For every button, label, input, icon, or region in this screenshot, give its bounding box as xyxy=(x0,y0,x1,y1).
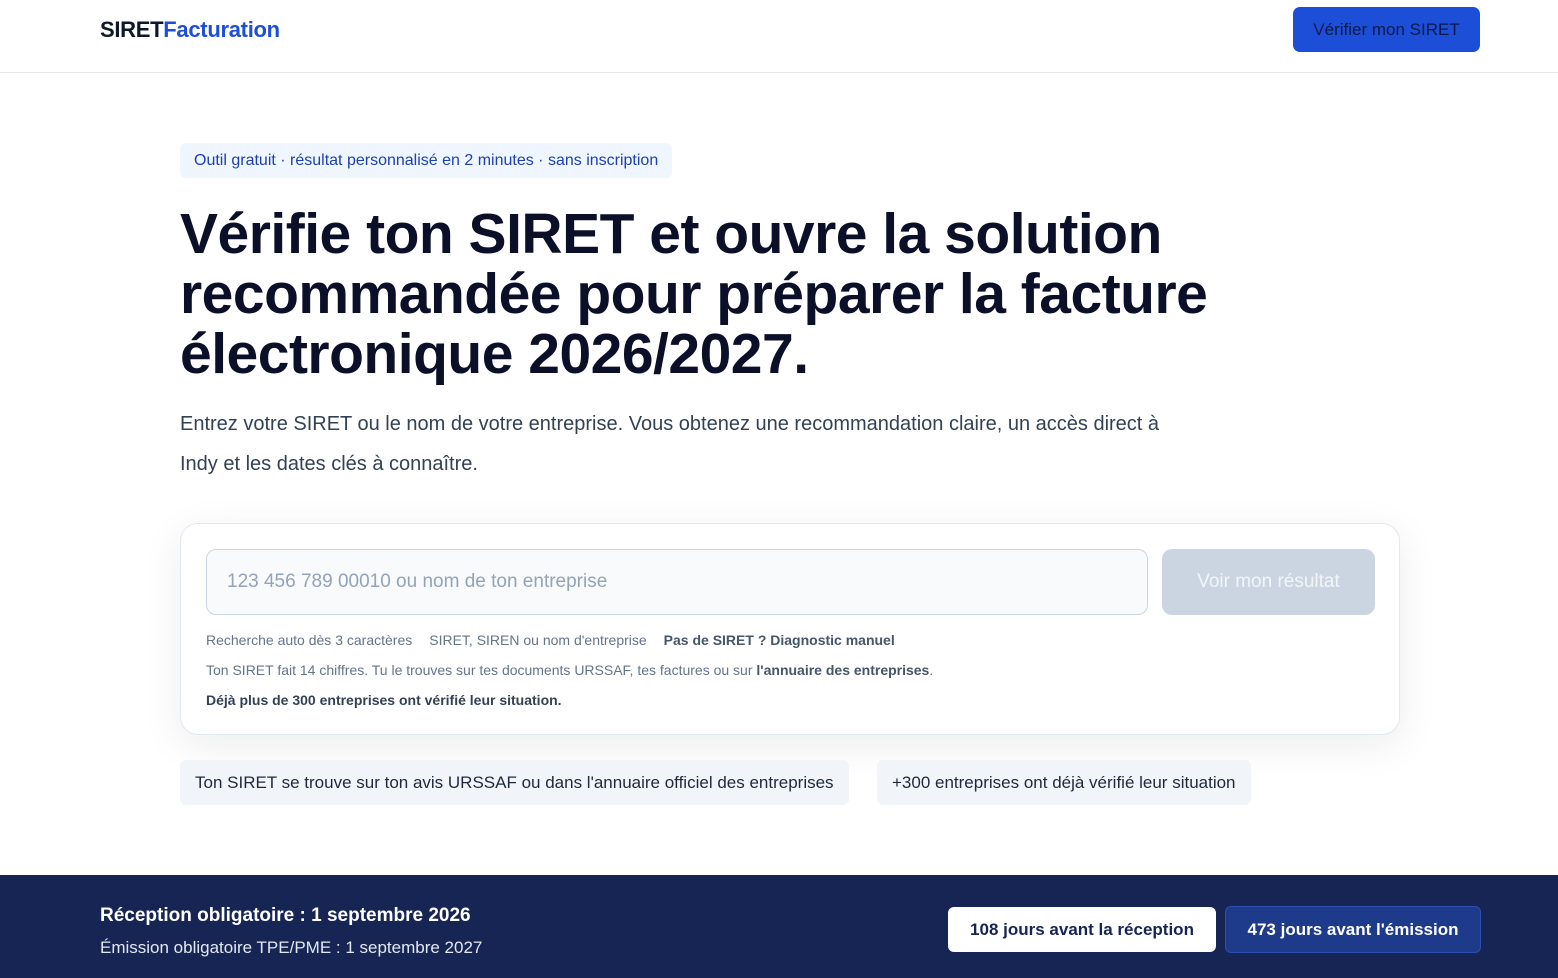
manual-diagnosis-link[interactable]: Pas de SIRET ? Diagnostic manuel xyxy=(664,632,895,648)
search-card: Voir mon résultat Recherche auto dès 3 c… xyxy=(180,523,1400,735)
logo-text-siret: SIRET xyxy=(100,17,164,42)
business-directory-link[interactable]: l'annuaire des entreprises xyxy=(756,662,929,678)
siret-info-suffix: . xyxy=(929,662,934,678)
days-until-reception-badge: 108 jours avant la réception xyxy=(948,907,1216,952)
hint-search-types: SIRET, SIREN ou nom d'entreprise xyxy=(429,632,647,648)
verify-siret-button[interactable]: Vérifier mon SIRET xyxy=(1293,7,1480,52)
search-hints: Recherche auto dès 3 caractères SIRET, SI… xyxy=(206,631,912,649)
siret-info-text: Ton SIRET fait 14 chiffres. Tu le trouve… xyxy=(206,661,933,679)
siret-search-input[interactable] xyxy=(206,549,1148,615)
emission-deadline-subtitle: Émission obligatoire TPE/PME : 1 septemb… xyxy=(100,938,483,957)
siret-info-prefix: Ton SIRET fait 14 chiffres. Tu le trouve… xyxy=(206,662,757,678)
free-tool-badge: Outil gratuit · résultat personnalisé en… xyxy=(180,143,673,178)
info-chip-companies-count: +300 entreprises ont déjà vérifié leur s… xyxy=(877,760,1251,805)
logo-text-facturation: Facturation xyxy=(163,17,280,42)
info-chip-siret-location: Ton SIRET se trouve sur ton avis URSSAF … xyxy=(180,760,849,805)
days-until-emission-badge: 473 jours avant l'émission xyxy=(1225,906,1481,953)
page-title: Vérifie ton SIRET et ouvre la solution r… xyxy=(180,202,1208,386)
logo[interactable]: SIRETFacturation xyxy=(100,17,280,43)
see-result-button[interactable]: Voir mon résultat xyxy=(1162,549,1375,615)
hint-auto-search: Recherche auto dès 3 caractères xyxy=(206,632,413,648)
top-navbar: SIRETFacturation Vérifier mon SIRET xyxy=(0,0,1558,73)
page-subtitle: Entrez votre SIRET ou le nom de votre en… xyxy=(180,413,1160,475)
reception-deadline-title: Réception obligatoire : 1 septembre 2026 xyxy=(100,905,471,926)
social-proof-text: Déjà plus de 300 entreprises ont vérifié… xyxy=(206,692,562,708)
deadline-banner: Réception obligatoire : 1 septembre 2026… xyxy=(0,875,1558,978)
